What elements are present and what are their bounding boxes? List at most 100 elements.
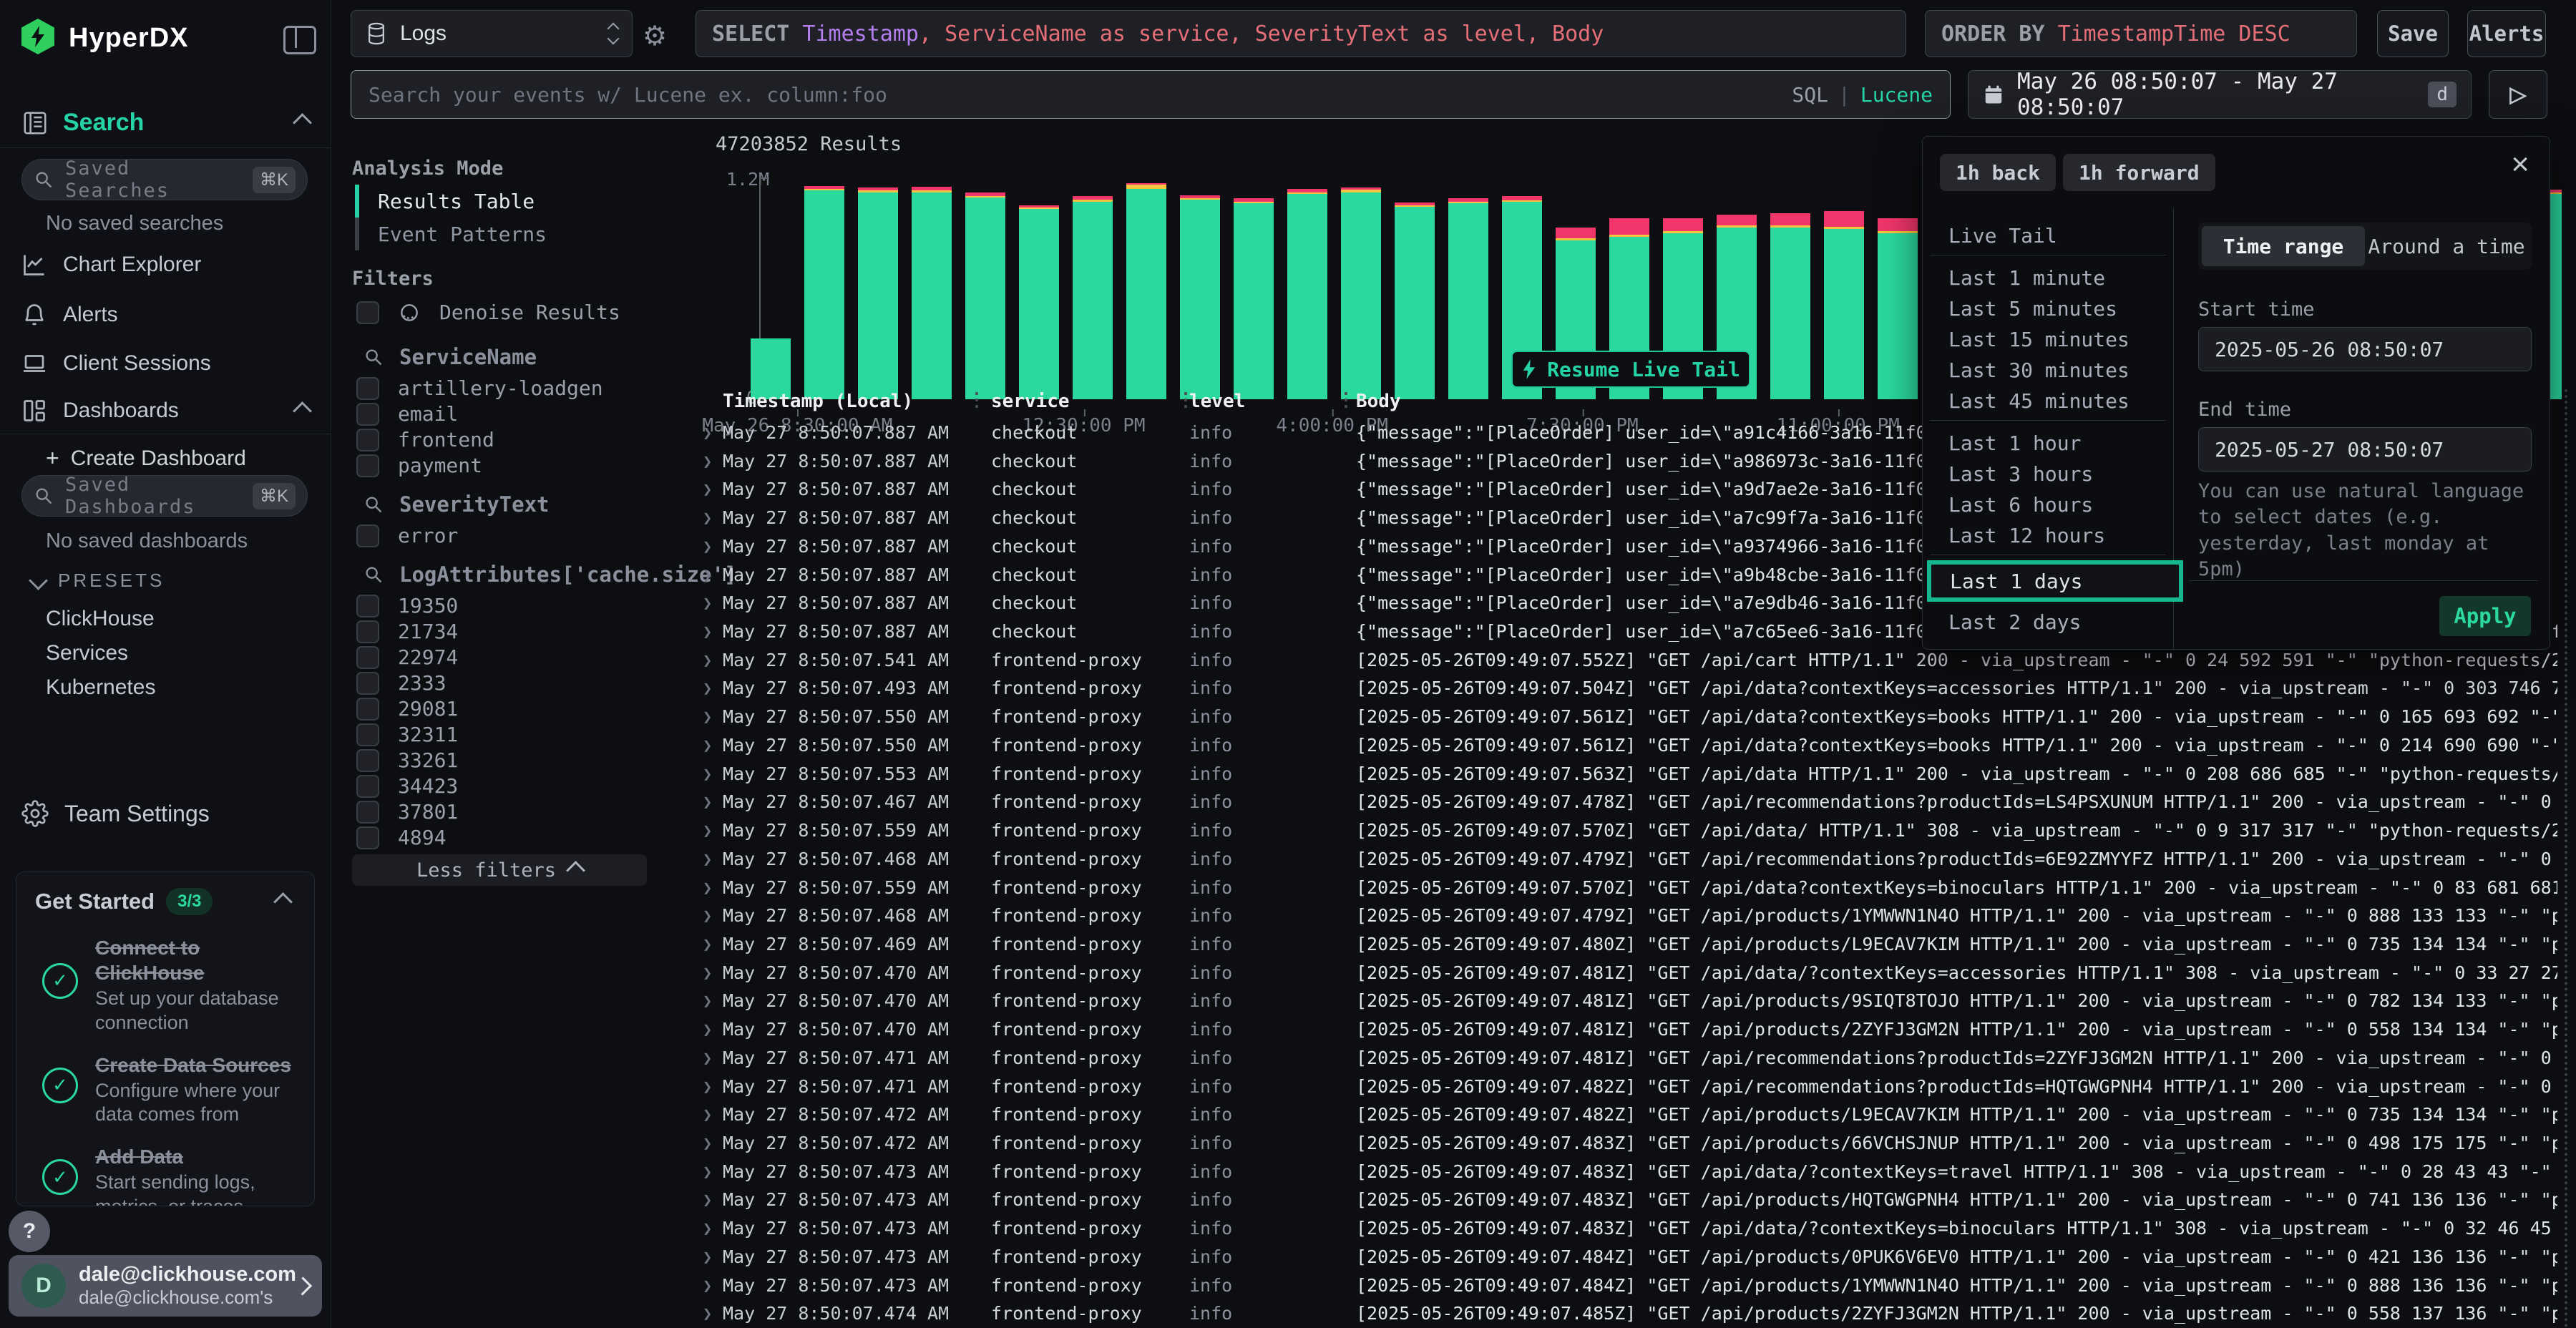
row-expand-icon[interactable]: ❯	[703, 567, 712, 585]
row-expand-icon[interactable]: ❯	[703, 1191, 712, 1209]
table-row[interactable]: ❯May 27 8:50:07.467 AMfrontend-proxyinfo…	[701, 787, 2569, 816]
filter-option[interactable]: error	[356, 524, 458, 547]
table-row[interactable]: ❯May 27 8:50:07.550 AMfrontend-proxyinfo…	[701, 702, 2569, 731]
table-row[interactable]: ❯May 27 8:50:07.473 AMfrontend-proxyinfo…	[701, 1242, 2569, 1271]
quick-range-option[interactable]: Last 45 minutes	[1948, 389, 2129, 413]
time-back-button[interactable]: 1h back	[1940, 154, 2056, 191]
row-expand-icon[interactable]: ❯	[703, 1305, 712, 1323]
histogram-bar[interactable]	[1878, 218, 1918, 399]
quick-range-option[interactable]: Last 5 minutes	[1948, 297, 2117, 321]
user-menu[interactable]: D dale@clickhouse.com dale@clickhouse.co…	[9, 1255, 322, 1317]
order-by-editor[interactable]: ORDER BY TimestampTime DESC	[1925, 10, 2357, 57]
histogram-bar[interactable]	[1395, 202, 1435, 399]
table-row[interactable]: ❯May 27 8:50:07.470 AMfrontend-proxyinfo…	[701, 958, 2569, 987]
col-level[interactable]: level	[1189, 391, 1245, 412]
sidebar-item-alerts[interactable]: Alerts	[21, 302, 118, 328]
sidebar-item-client-sessions[interactable]: Client Sessions	[21, 351, 211, 376]
table-row[interactable]: ❯May 27 8:50:07.473 AMfrontend-proxyinfo…	[701, 1271, 2569, 1299]
histogram-bar[interactable]	[1019, 205, 1059, 400]
checkbox[interactable]	[356, 620, 379, 643]
quick-range-option[interactable]: Last 12 hours	[1948, 524, 2105, 547]
save-button[interactable]: Save	[2377, 10, 2449, 57]
checkbox[interactable]	[356, 723, 379, 746]
checkbox[interactable]	[356, 524, 379, 547]
source-select[interactable]: Logs	[351, 10, 633, 57]
row-expand-icon[interactable]: ❯	[703, 623, 712, 641]
resume-live-tail-button[interactable]: Resume Live Tail	[1511, 351, 1750, 388]
filter-option[interactable]: 37801	[356, 800, 458, 824]
quick-range-option[interactable]: Live Tail	[1948, 224, 2057, 248]
row-expand-icon[interactable]: ❯	[703, 538, 712, 556]
row-expand-icon[interactable]: ❯	[703, 794, 712, 811]
checkbox[interactable]	[356, 301, 379, 324]
filter-option[interactable]: 2333	[356, 671, 446, 695]
sidebar-collapse-icon[interactable]	[283, 26, 316, 54]
create-dashboard-button[interactable]: + Create Dashboard	[46, 445, 246, 472]
quick-range-option[interactable]: Last 1 minute	[1948, 266, 2105, 290]
row-expand-icon[interactable]: ❯	[703, 879, 712, 897]
sidebar-item-dashboards[interactable]: Dashboards	[21, 398, 309, 424]
row-expand-icon[interactable]: ❯	[703, 1249, 712, 1266]
table-row[interactable]: ❯May 27 8:50:07.559 AMfrontend-proxyinfo…	[701, 873, 2569, 902]
denoise-results-checkbox[interactable]: Denoise Results	[356, 301, 620, 324]
filter-option[interactable]: 19350	[356, 594, 458, 617]
quick-range-option[interactable]: Last 15 minutes	[1948, 328, 2129, 351]
col-timestamp[interactable]: Timestamp (Local)	[723, 391, 913, 412]
table-row[interactable]: ❯May 27 8:50:07.468 AMfrontend-proxyinfo…	[701, 844, 2569, 873]
checkbox[interactable]	[356, 403, 379, 426]
histogram-bar[interactable]	[1448, 198, 1488, 399]
checkbox[interactable]	[356, 749, 379, 772]
sql-select-editor[interactable]: SELECT Timestamp, ServiceName as service…	[696, 10, 1906, 57]
row-expand-icon[interactable]: ❯	[703, 1021, 712, 1039]
help-button[interactable]: ?	[9, 1211, 50, 1252]
table-row[interactable]: ❯May 27 8:50:07.553 AMfrontend-proxyinfo…	[701, 759, 2569, 788]
histogram-bar[interactable]	[1180, 195, 1220, 399]
row-expand-icon[interactable]: ❯	[703, 965, 712, 982]
checkbox[interactable]	[356, 646, 379, 669]
histogram-bar[interactable]	[1770, 213, 1810, 399]
row-expand-icon[interactable]: ❯	[703, 992, 712, 1010]
filter-option[interactable]: artillery-loadgen	[356, 376, 603, 400]
table-row[interactable]: ❯May 27 8:50:07.471 AMfrontend-proxyinfo…	[701, 1072, 2569, 1100]
tab-time-range[interactable]: Time range	[2202, 226, 2365, 266]
quick-range-option[interactable]: Last 1 hour	[1948, 431, 2081, 455]
filter-option[interactable]: payment	[356, 454, 482, 477]
row-expand-icon[interactable]: ❯	[703, 680, 712, 698]
preset-kubernetes[interactable]: Kubernetes	[46, 675, 155, 700]
get-started-item[interactable]: ✓Add DataStart sending logs, metrics, or…	[16, 1131, 314, 1206]
run-query-button[interactable]: ▷	[2489, 70, 2547, 119]
row-expand-icon[interactable]: ❯	[703, 1078, 712, 1096]
filter-option[interactable]: 21734	[356, 620, 458, 643]
table-row[interactable]: ❯May 27 8:50:07.470 AMfrontend-proxyinfo…	[701, 1015, 2569, 1043]
row-expand-icon[interactable]: ❯	[703, 1106, 712, 1124]
table-row[interactable]: ❯May 27 8:50:07.471 AMfrontend-proxyinfo…	[701, 1043, 2569, 1072]
table-row[interactable]: ❯May 27 8:50:07.468 AMfrontend-proxyinfo…	[701, 901, 2569, 929]
toggle-lucene[interactable]: Lucene	[1860, 83, 1933, 107]
histogram-bar[interactable]	[1234, 198, 1274, 399]
quick-range-option[interactable]: Last 30 minutes	[1948, 358, 2129, 382]
row-expand-icon[interactable]: ❯	[703, 822, 712, 840]
less-filters-button[interactable]: Less filters	[352, 854, 647, 886]
end-time-input[interactable]: 2025-05-27 08:50:07	[2198, 427, 2532, 472]
histogram-bar[interactable]	[965, 192, 1005, 399]
query-language-toggle[interactable]: SQL | Lucene	[1792, 83, 1933, 107]
filter-option[interactable]: 29081	[356, 697, 458, 721]
checkbox[interactable]	[356, 698, 379, 721]
table-row[interactable]: ❯May 27 8:50:07.472 AMfrontend-proxyinfo…	[701, 1128, 2569, 1157]
row-expand-icon[interactable]: ❯	[703, 453, 712, 471]
analysis-mode-results-table[interactable]: Results Table	[355, 185, 655, 218]
checkbox[interactable]	[356, 826, 379, 849]
filter-option[interactable]: frontend	[356, 428, 494, 451]
row-expand-icon[interactable]: ❯	[703, 595, 712, 612]
histogram-bar[interactable]	[1073, 196, 1113, 399]
row-expand-icon[interactable]: ❯	[703, 1050, 712, 1068]
presets-toggle[interactable]: PRESETS	[31, 570, 165, 592]
histogram-bar[interactable]	[858, 187, 898, 399]
row-expand-icon[interactable]: ❯	[703, 851, 712, 869]
filter-option[interactable]: 32311	[356, 723, 458, 746]
preset-clickhouse[interactable]: ClickHouse	[46, 607, 155, 631]
histogram-bar[interactable]	[1824, 211, 1864, 399]
sidebar-item-chart-explorer[interactable]: Chart Explorer	[21, 252, 201, 278]
checkbox[interactable]	[356, 454, 379, 477]
table-row[interactable]: ❯May 27 8:50:07.493 AMfrontend-proxyinfo…	[701, 673, 2569, 702]
